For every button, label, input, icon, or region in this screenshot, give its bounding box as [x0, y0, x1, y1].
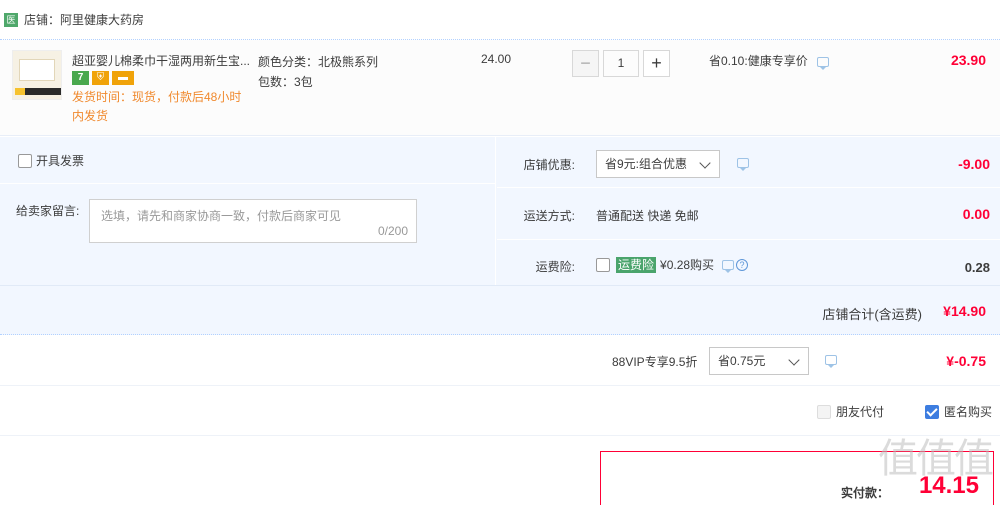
shop-header: 医 店铺：阿里健康大药房: [0, 0, 1000, 40]
chevron-down-icon: [699, 157, 711, 169]
item-promotion: 省0.10:健康专享价: [709, 52, 830, 70]
friend-pay-label: 朋友代付: [836, 405, 885, 419]
seller-message-placeholder: 选填，请先和商家协商一致，付款后商家可见: [101, 209, 342, 223]
credit-card-icon[interactable]: ▬: [112, 71, 134, 85]
help-icon[interactable]: ?: [736, 258, 749, 271]
pharmacy-icon: 医: [4, 12, 18, 27]
chevron-down-icon: [788, 354, 800, 366]
seller-message-input[interactable]: 选填，请先和商家协商一致，付款后商家可见 0/200: [89, 199, 417, 243]
shipping-insurance-row: 运费险: 运费险 ¥0.28购买 ? 0.28: [497, 241, 1000, 285]
vip-discount-selected: 省0.75元: [718, 354, 766, 368]
unit-price: 24.00: [481, 52, 512, 66]
service-badges: 7 ⛨ ▬: [72, 71, 134, 85]
quantity-input[interactable]: 1: [603, 50, 639, 77]
promotion-text: 省0.10:健康专享价: [709, 54, 808, 68]
shipping-insurance-label: 运费险:: [535, 260, 575, 274]
anonymous-purchase-checkbox[interactable]: [925, 404, 939, 419]
invoice-label: 开具发票: [36, 154, 85, 168]
seller-message-label: 给卖家留言:: [16, 204, 80, 218]
shop-name[interactable]: 店铺：阿里健康大药房: [24, 11, 144, 28]
item-total: 23.90: [950, 52, 986, 68]
shipping-insurance-option[interactable]: 运费险 ¥0.28购买 ?: [596, 256, 749, 273]
payment-label: 实付款：: [841, 486, 890, 500]
vip-discount-label: 88VIP专享9.5折: [612, 355, 698, 369]
shipping-fee-value: 0.00: [962, 206, 990, 222]
payment-options-row: 朋友代付 匿名购买: [0, 387, 1000, 436]
chat-icon[interactable]: [825, 355, 837, 368]
invoice-checkbox[interactable]: [18, 153, 32, 168]
vip-discount-select[interactable]: 省0.75元: [709, 347, 809, 375]
shop-total-label: 店铺合计(含运费): [822, 307, 922, 322]
order-options: 开具发票 给卖家留言: 选填，请先和商家协商一致，付款后商家可见 0/200 店…: [0, 137, 1000, 285]
increase-quantity-button[interactable]: +: [643, 50, 670, 77]
shipping-method-text: 普通配送 快递 免邮: [596, 209, 699, 223]
anonymous-purchase-option[interactable]: 匿名购买: [925, 403, 992, 420]
product-thumbnail[interactable]: [12, 50, 62, 100]
shop-discount-selected: 省9元:组合优惠: [605, 157, 688, 171]
decrease-quantity-button[interactable]: −: [572, 50, 599, 77]
vip-discount-row: 88VIP专享9.5折 省0.75元 ¥-0.75: [0, 336, 1000, 386]
sku-color: 颜色分类：北极熊系列: [258, 55, 379, 69]
shipping-time: 发货时间：现货，付款后48小时内发货: [72, 90, 242, 123]
sku-count: 包数：3包: [258, 75, 313, 89]
order-options-left: 开具发票 给卖家留言: 选填，请先和商家协商一致，付款后商家可见 0/200: [0, 137, 496, 285]
shipping-method-label: 运送方式:: [523, 209, 575, 223]
friend-pay-option[interactable]: 朋友代付: [817, 403, 884, 420]
sku-info: 颜色分类：北极熊系列 包数：3包: [258, 52, 378, 92]
shipping-insurance-value: 0.28: [964, 260, 990, 275]
order-options-right: 店铺优惠: 省9元:组合优惠 -9.00 运送方式: 普通配送 快递 免邮 0.…: [497, 137, 1000, 285]
shop-discount-label: 店铺优惠:: [523, 158, 575, 172]
invoice-option[interactable]: 开具发票: [18, 152, 84, 169]
shop-discount-select[interactable]: 省9元:组合优惠: [596, 150, 720, 178]
cart-item-row: 超亚婴儿棉柔巾干湿两用新生宝... 7 ⛨ ▬ 发货时间：现货，付款后48小时内…: [0, 40, 1000, 136]
seller-message-counter: 0/200: [377, 224, 408, 238]
anonymous-purchase-label: 匿名购买: [944, 405, 993, 419]
shop-total-row: 店铺合计(含运费) ¥14.90: [0, 285, 1000, 335]
thumbnail-package: [19, 59, 55, 81]
product-title[interactable]: 超亚婴儿棉柔巾干湿两用新生宝...: [72, 52, 252, 69]
shop-total-value: ¥14.90: [943, 303, 986, 319]
shipping-insurance-checkbox[interactable]: [596, 257, 610, 272]
shop-discount-value: -9.00: [958, 156, 990, 172]
thumbnail-banner: [15, 88, 61, 95]
chat-icon[interactable]: [722, 259, 735, 273]
seven-day-return-icon[interactable]: 7: [72, 71, 89, 85]
divider: [0, 183, 496, 184]
watermark: 值值值: [878, 436, 994, 482]
chat-icon[interactable]: [817, 56, 830, 70]
chat-icon[interactable]: [737, 158, 749, 171]
shipping-method-row: 运送方式: 普通配送 快递 免邮 0.00: [497, 189, 1000, 240]
shop-discount-row: 店铺优惠: 省9元:组合优惠 -9.00: [497, 137, 1000, 188]
guarantee-icon[interactable]: ⛨: [92, 71, 109, 85]
vip-discount-value: ¥-0.75: [946, 353, 986, 369]
quantity-stepper: − 1 +: [572, 50, 670, 77]
friend-pay-checkbox[interactable]: [817, 404, 831, 419]
shipping-insurance-tag: 运费险: [616, 256, 657, 273]
shipping-insurance-price: ¥0.28购买: [660, 258, 715, 272]
